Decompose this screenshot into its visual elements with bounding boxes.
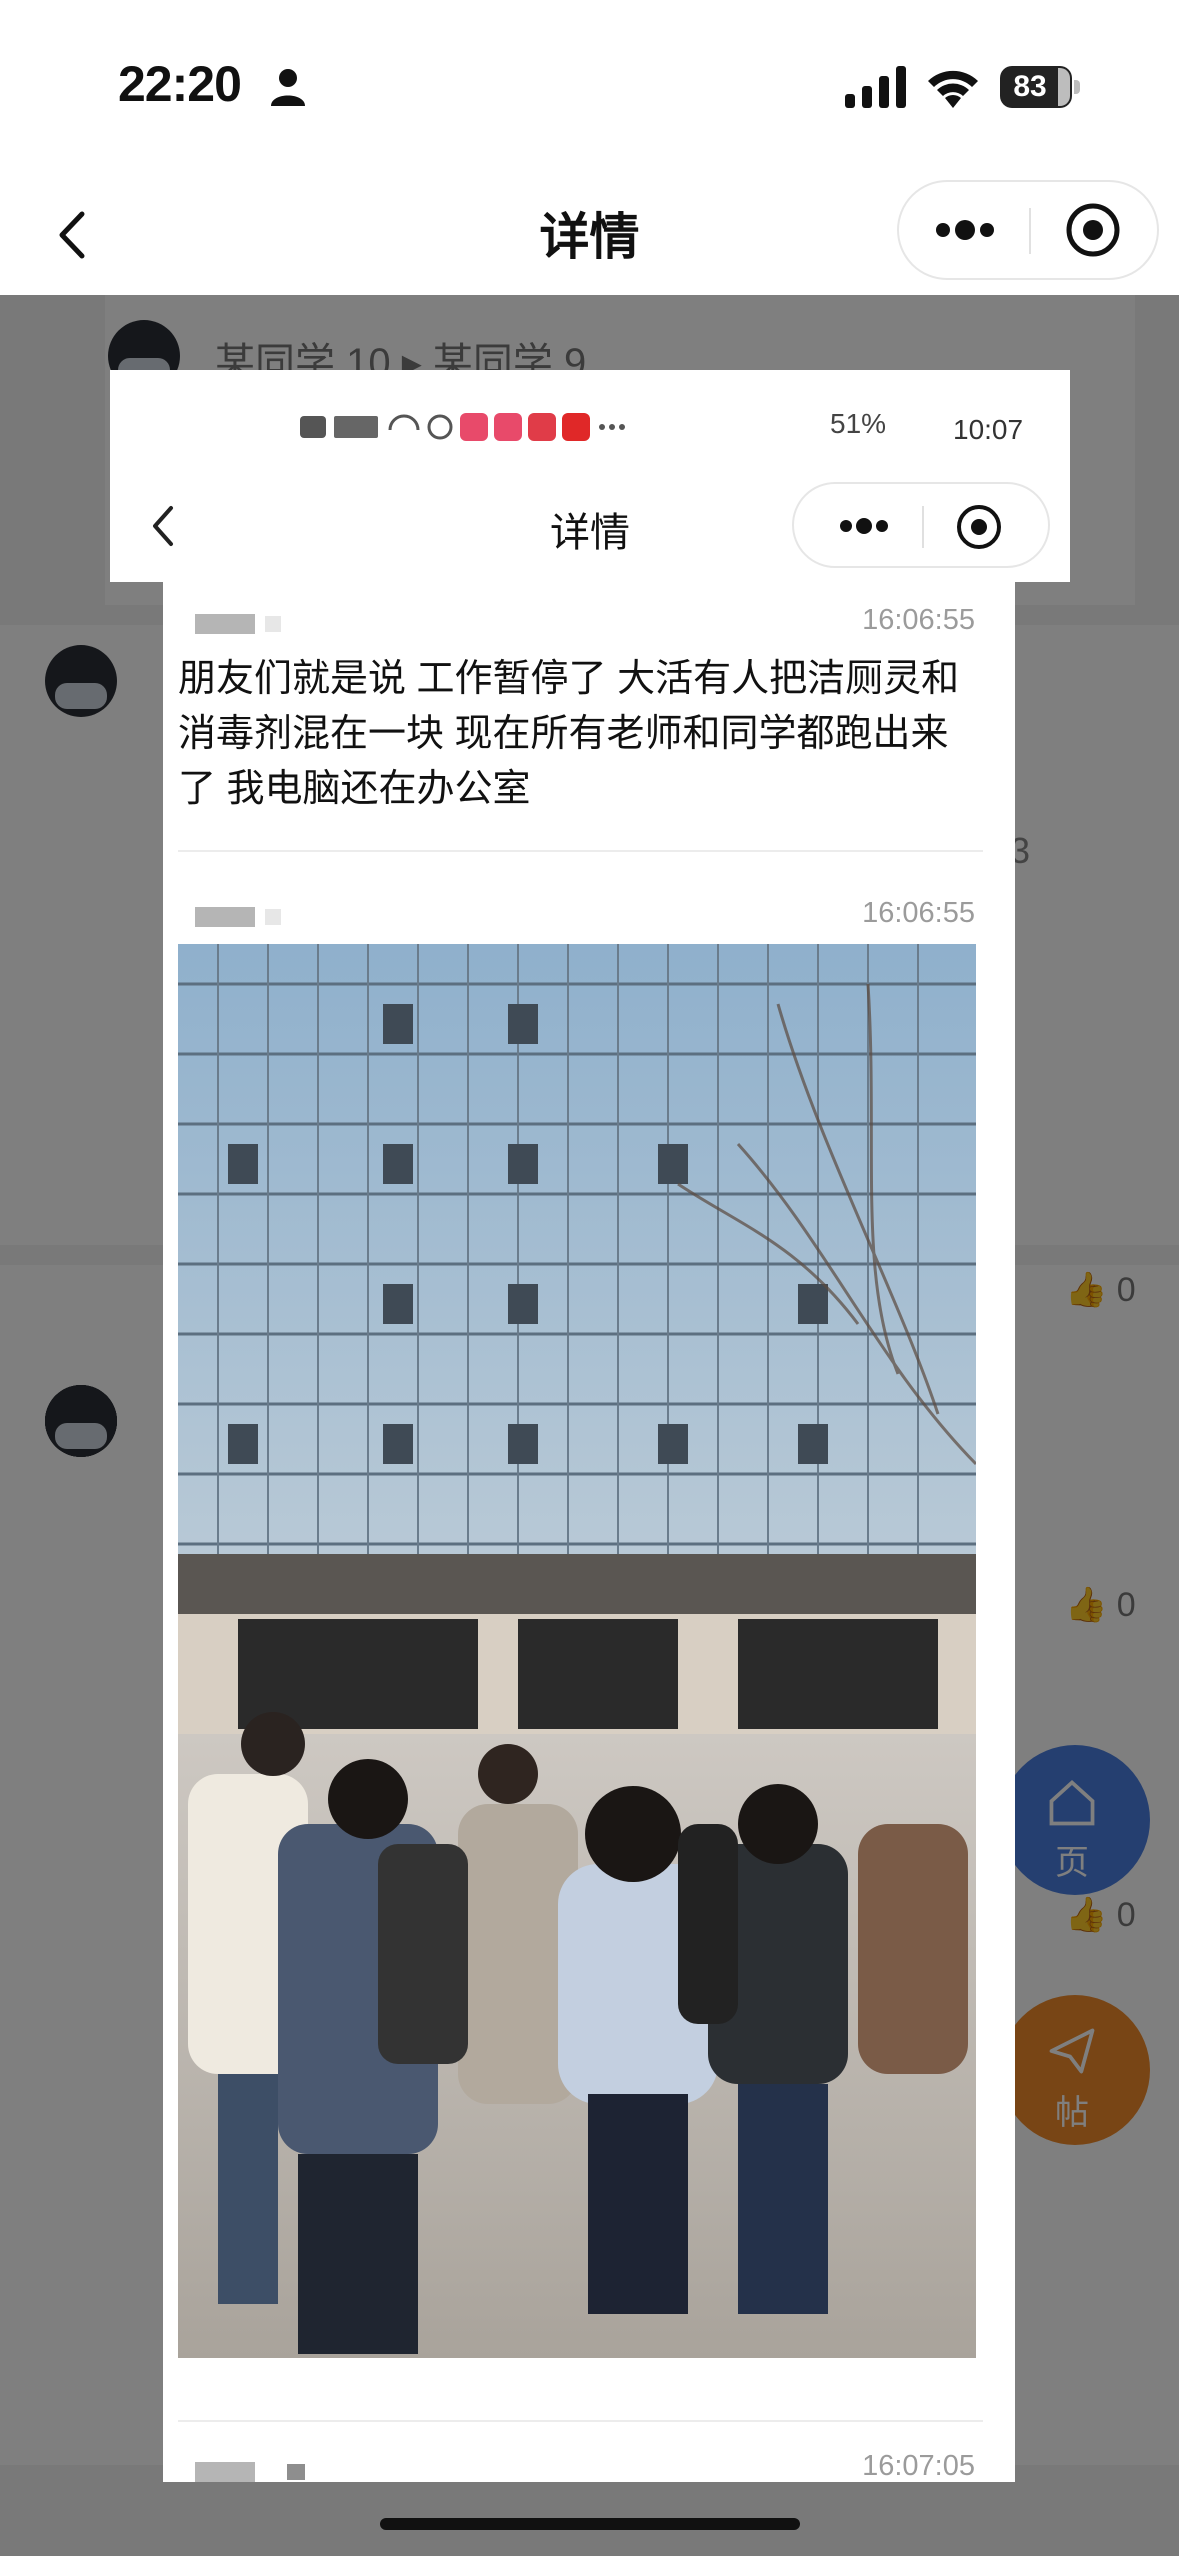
- wifi-icon: [928, 70, 978, 108]
- inner-back-icon: [153, 506, 173, 546]
- message-text: 朋友们就是说 工作暂停了 大活有人把洁厕灵和消毒剂混在一块 现在所有老师和同学都…: [178, 658, 960, 810]
- inner-more-icon: [840, 518, 888, 534]
- nav-bar: 详情: [0, 175, 1179, 295]
- signal-icon: [845, 66, 906, 108]
- inner-screenshot-header: 51% 10:07 详情: [110, 370, 1070, 582]
- inner-chat-screenshot: 16:06:55 朋友们就是说 工作暂停了 大活有人把洁厕灵和消毒剂混在一块 现…: [163, 582, 1015, 2482]
- more-icon[interactable]: [899, 182, 1029, 278]
- building-photo: [178, 944, 976, 2358]
- inner-status-time: 10:07: [953, 414, 1024, 445]
- status-bar: 22:20 83: [0, 0, 1179, 175]
- miniprogram-capsule: [897, 180, 1159, 280]
- chat-photo: [178, 944, 976, 2358]
- message-divider: [178, 850, 983, 852]
- message-time: 16:07:05: [862, 2450, 975, 2482]
- home-indicator: [380, 2518, 800, 2530]
- battery-icon: 83: [1000, 66, 1080, 108]
- back-icon[interactable]: [40, 200, 110, 270]
- message-divider: [178, 2420, 983, 2422]
- person-icon: [271, 69, 305, 106]
- inner-battery-percent: 51%: [830, 408, 887, 439]
- message-time: 16:06:55: [862, 604, 975, 636]
- close-miniprogram-icon[interactable]: [1031, 182, 1159, 278]
- inner-status-icons: [300, 413, 625, 441]
- message-time: 16:06:55: [862, 897, 975, 929]
- status-time: 22:20: [118, 56, 242, 112]
- inner-capsule-divider: [922, 506, 924, 548]
- inner-record-icon: [957, 505, 1001, 549]
- inner-capsule: [792, 482, 1050, 568]
- battery-level: 83: [1013, 70, 1047, 103]
